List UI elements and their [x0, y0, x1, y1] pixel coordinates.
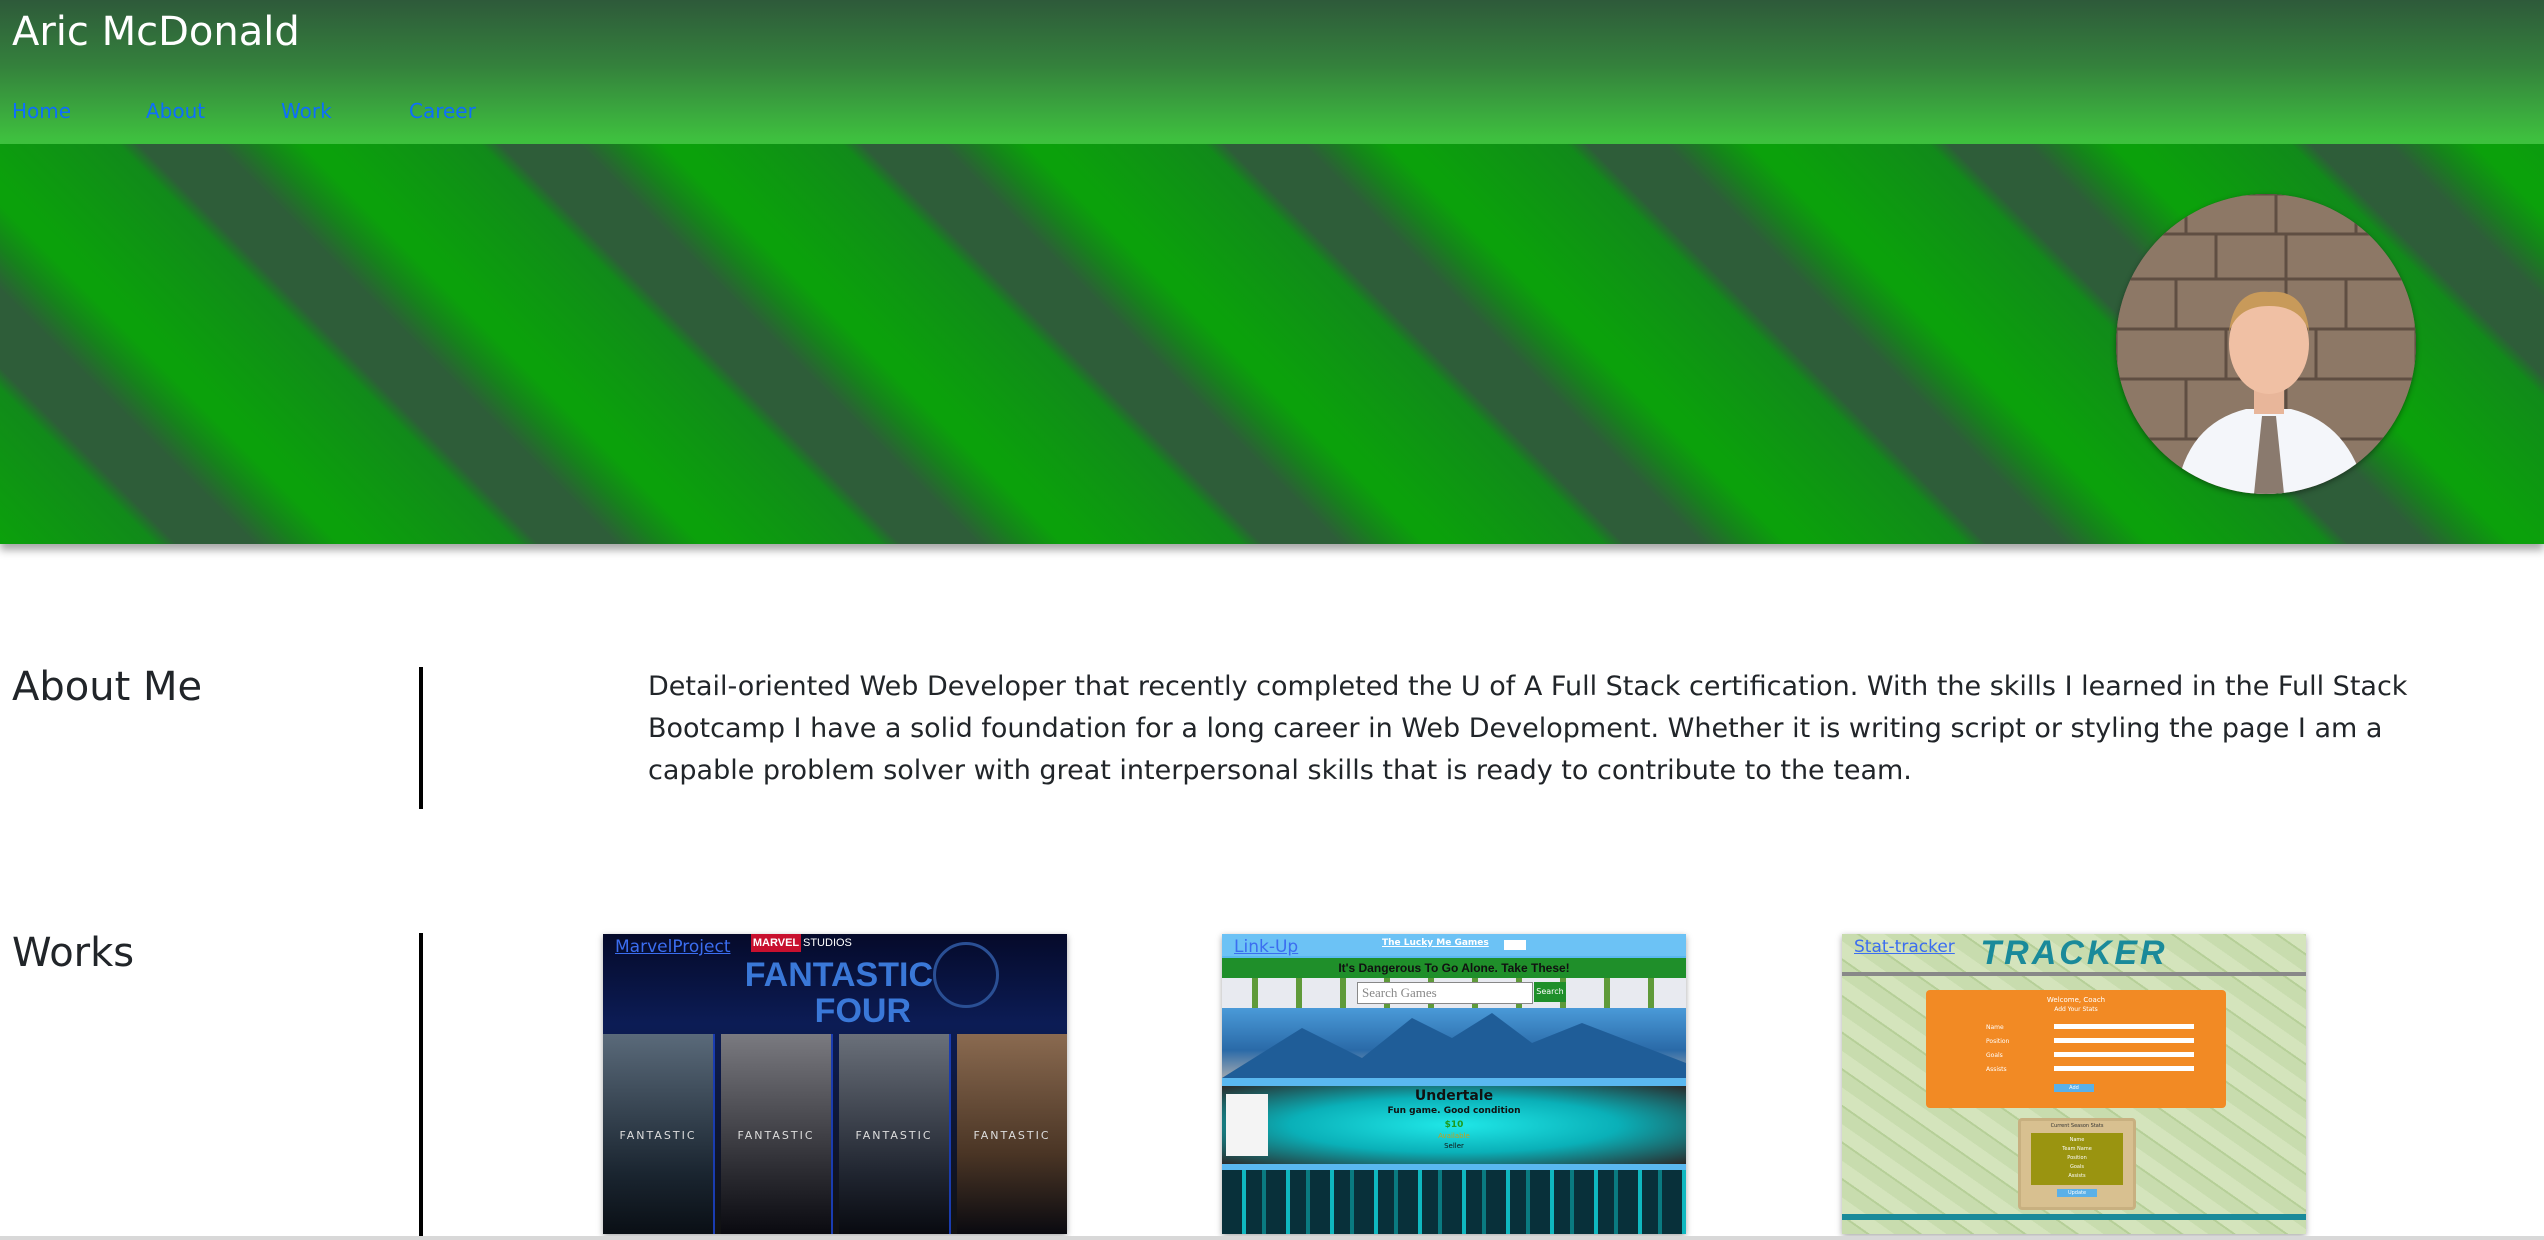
movie-title-line1: FANTASTIC [744, 956, 933, 994]
poster: FANTASTIC [721, 1034, 833, 1234]
poster: FANTASTIC [603, 1034, 715, 1234]
tracker-stats-card: Current Season Stats Name Team Name Posi… [2018, 1118, 2136, 1210]
works-heading: Works [12, 930, 135, 976]
form-field [2054, 1024, 2194, 1029]
tracker-header-line [1842, 972, 2306, 976]
about-paragraph: Detail-oriented Web Developer that recen… [648, 671, 2408, 786]
form-field [2054, 1052, 2194, 1057]
linkup-search-row: Search Games Search [1222, 978, 1686, 1008]
posters-row: FANTASTIC FANTASTIC FANTASTIC FANTASTIC [603, 1034, 1067, 1234]
about-heading: About Me [12, 664, 203, 710]
tracker-footer-line [1842, 1214, 2306, 1220]
avatar [2116, 194, 2416, 494]
project-screenshot-stat-tracker: TRACKER Welcome, Coach Add Your Stats Na… [1842, 934, 2306, 1234]
four-logo-icon [933, 942, 999, 1008]
toggle-icon [1504, 940, 1526, 950]
linkup-listing: Undertale Fun game. Good condition $10 A… [1222, 1086, 1686, 1164]
stats-update-button: Update [2057, 1189, 2097, 1197]
project-screenshot-linkup: The Lucky Me Games It's Dangerous To Go … [1222, 934, 1686, 1234]
project-card-marvel[interactable]: MarvelProject MARVEL STUDIOS FANTASTIC F… [603, 934, 1067, 1234]
site-header: Aric McDonald Home About Work Career [0, 0, 2544, 144]
nav-work[interactable]: Work [281, 96, 332, 126]
linkup-castle-image [1222, 1008, 1686, 1078]
project-card-linkup[interactable]: Link-Up The Lucky Me Games It's Dangerou… [1222, 934, 1686, 1234]
project-card-stat-tracker[interactable]: Stat-tracker TRACKER Welcome, Coach Add … [1842, 934, 2306, 1234]
movie-title-line2: FOUR [814, 992, 911, 1030]
nav-about[interactable]: About [146, 96, 205, 126]
form-submit: Add [2054, 1084, 2094, 1092]
linkup-circuit-image [1222, 1170, 1686, 1234]
project-link-marvel[interactable]: MarvelProject [615, 934, 730, 960]
project-screenshot-marvel: MARVEL STUDIOS FANTASTIC FOUR FANTASTIC … [603, 934, 1067, 1234]
linkup-search-input: Search Games [1357, 982, 1533, 1004]
form-field [2054, 1038, 2194, 1043]
form-field [2054, 1066, 2194, 1071]
site-title: Aric McDonald [12, 9, 300, 55]
studios-text: STUDIOS [803, 937, 852, 949]
marvel-logo: MARVEL [751, 934, 801, 952]
project-link-linkup[interactable]: Link-Up [1234, 934, 1298, 960]
profile-photo-icon [2116, 194, 2416, 494]
nav-home[interactable]: Home [12, 96, 71, 126]
nav-career[interactable]: Career [409, 96, 476, 126]
stats-inner-panel: Name Team Name Position Goals Assists [2031, 1133, 2123, 1185]
hero-banner [0, 144, 2544, 544]
works-divider [419, 933, 423, 1240]
linkup-search-button: Search [1534, 982, 1566, 1002]
project-link-stat-tracker[interactable]: Stat-tracker [1854, 934, 1955, 960]
tracker-form-panel: Welcome, Coach Add Your Stats Name Posit… [1926, 990, 2226, 1108]
poster: FANTASTIC [839, 1034, 951, 1234]
page-bottom-edge [0, 1236, 2544, 1240]
about-divider [419, 667, 423, 809]
poster: FANTASTIC [957, 1034, 1067, 1234]
linkup-banner: It's Dangerous To Go Alone. Take These! [1222, 958, 1686, 978]
